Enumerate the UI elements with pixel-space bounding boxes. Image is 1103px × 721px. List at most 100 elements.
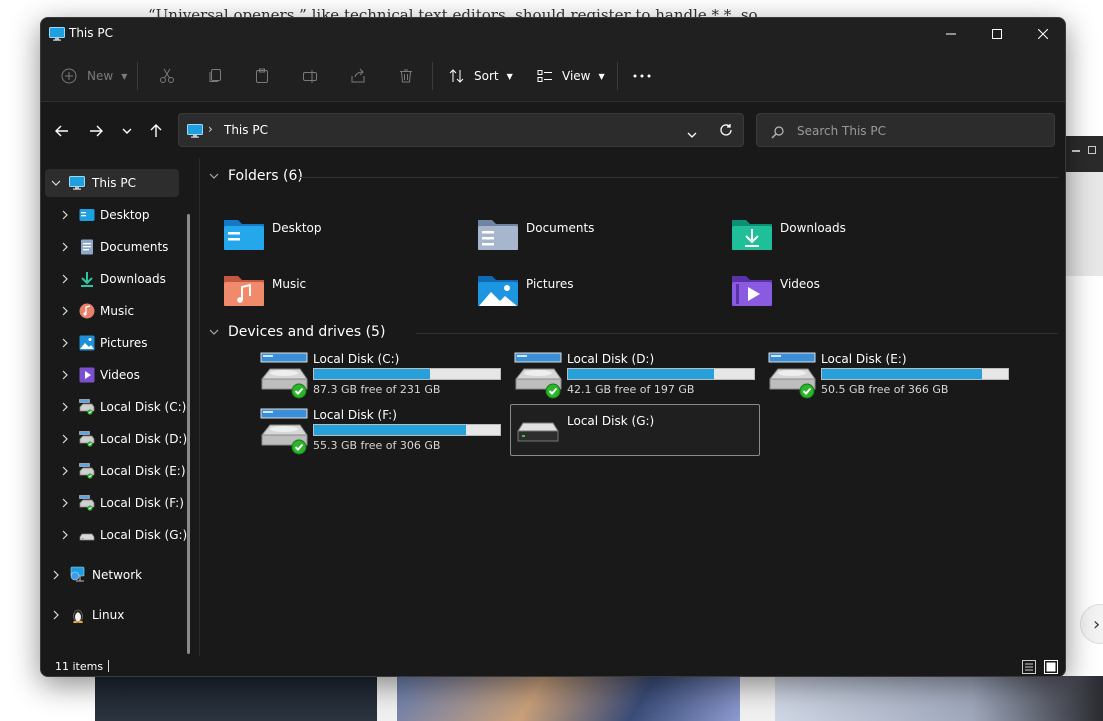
drive-local-disk-e[interactable]: Local Disk (E:) 50.5 GB free of 366 GB bbox=[767, 349, 1017, 401]
file-explorer-window: This PC New ▼ Sort ▼ View ▼ › This PC Se… bbox=[40, 17, 1066, 677]
command-separator bbox=[617, 62, 618, 90]
refresh-button[interactable] bbox=[719, 122, 733, 141]
address-bar[interactable]: › This PC bbox=[178, 113, 744, 147]
drives-group-header[interactable]: Devices and drives (5) bbox=[208, 321, 385, 343]
sidebar-item-network[interactable]: Network bbox=[45, 561, 179, 589]
chevron-right-icon bbox=[62, 242, 68, 252]
trash-icon bbox=[400, 69, 412, 83]
pictures-folder-icon bbox=[79, 335, 95, 351]
rename-icon bbox=[303, 70, 317, 83]
new-button[interactable]: New ▼ bbox=[61, 60, 127, 92]
view-button[interactable]: View ▼ bbox=[537, 60, 605, 92]
more-options-button[interactable] bbox=[633, 60, 651, 92]
monitor-icon bbox=[69, 176, 85, 190]
maximize-icon bbox=[992, 29, 1002, 39]
search-input[interactable] bbox=[797, 122, 1037, 140]
breadcrumb-this-pc[interactable]: This PC bbox=[224, 123, 268, 137]
title-bar[interactable]: This PC bbox=[41, 18, 1065, 50]
new-button-label: New bbox=[87, 69, 114, 83]
sidebar-item-local-disk-d[interactable]: Local Disk (D:) bbox=[45, 425, 187, 453]
minimize-button[interactable] bbox=[928, 18, 974, 50]
plus-circle-icon bbox=[61, 68, 77, 84]
sidebar-item-linux[interactable]: Linux bbox=[45, 601, 179, 629]
sidebar-item-downloads[interactable]: Downloads bbox=[45, 265, 179, 293]
up-button[interactable] bbox=[145, 120, 167, 142]
sidebar-item-label: Desktop bbox=[100, 208, 150, 222]
folder-name: Videos bbox=[780, 277, 820, 291]
details-view-button[interactable] bbox=[1020, 658, 1038, 676]
tiles-view-button[interactable] bbox=[1042, 658, 1060, 676]
chevron-right-icon bbox=[62, 338, 68, 348]
folders-group-header[interactable]: Folders (6) bbox=[208, 165, 303, 187]
background-next-button[interactable]: › bbox=[1080, 604, 1103, 644]
sidebar-item-local-disk-f[interactable]: Local Disk (F:) bbox=[45, 489, 184, 517]
drive-icon bbox=[260, 352, 308, 399]
chevron-right-icon bbox=[62, 402, 68, 412]
arrow-left-icon bbox=[55, 125, 68, 137]
drive-free-space: 50.5 GB free of 366 GB bbox=[821, 383, 949, 396]
sidebar-scrollbar[interactable] bbox=[187, 214, 190, 654]
sidebar-item-music[interactable]: Music bbox=[45, 297, 179, 325]
recent-locations-button[interactable] bbox=[116, 120, 138, 142]
drive-free-space: 87.3 GB free of 231 GB bbox=[313, 383, 441, 396]
status-divider bbox=[108, 660, 109, 672]
cut-button[interactable] bbox=[159, 60, 175, 92]
folder-documents[interactable]: Documents bbox=[474, 214, 714, 260]
clipboard-icon bbox=[256, 68, 268, 83]
navigation-pane: This PC Desktop Documents Downloads Musi… bbox=[41, 158, 193, 658]
more-horizontal-icon bbox=[633, 74, 651, 78]
paste-button[interactable] bbox=[254, 60, 270, 92]
folder-videos[interactable]: Videos bbox=[728, 270, 968, 316]
close-button[interactable] bbox=[1020, 18, 1065, 50]
drive-icon bbox=[79, 495, 95, 511]
maximize-button[interactable] bbox=[974, 18, 1020, 50]
folder-music[interactable]: Music bbox=[220, 270, 460, 316]
background-thumbnail bbox=[397, 676, 740, 721]
share-button[interactable] bbox=[350, 60, 366, 92]
sidebar-item-local-disk-g[interactable]: Local Disk (G:) bbox=[45, 521, 187, 549]
folder-downloads[interactable]: Downloads bbox=[728, 214, 968, 260]
address-dropdown-button[interactable] bbox=[687, 124, 697, 143]
rename-button[interactable] bbox=[302, 60, 318, 92]
tiles-view-icon bbox=[1044, 660, 1058, 674]
removable-drive-icon bbox=[79, 533, 95, 541]
chevron-down-icon: ▼ bbox=[121, 71, 128, 81]
search-box[interactable] bbox=[756, 113, 1055, 147]
drive-icon bbox=[260, 408, 308, 455]
sidebar-item-pictures[interactable]: Pictures bbox=[45, 329, 179, 357]
drive-usage-bar bbox=[821, 368, 1009, 380]
delete-button[interactable] bbox=[398, 60, 414, 92]
desktop-folder-icon bbox=[224, 220, 264, 250]
sidebar-item-desktop[interactable]: Desktop bbox=[45, 201, 179, 229]
breadcrumb-separator-icon: › bbox=[208, 122, 213, 136]
drive-local-disk-c[interactable]: Local Disk (C:) 87.3 GB free of 231 GB bbox=[259, 349, 509, 401]
drive-name: Local Disk (G:) bbox=[567, 414, 655, 428]
sidebar-item-local-disk-e[interactable]: Local Disk (E:) bbox=[45, 457, 186, 485]
drive-local-disk-f[interactable]: Local Disk (F:) 55.3 GB free of 306 GB bbox=[259, 405, 509, 457]
sidebar-item-documents[interactable]: Documents bbox=[45, 233, 179, 261]
downloads-folder-icon bbox=[81, 272, 93, 287]
chevron-down-icon bbox=[687, 132, 697, 138]
folder-name: Pictures bbox=[526, 277, 574, 291]
drive-local-disk-d[interactable]: Local Disk (D:) 42.1 GB free of 197 GB bbox=[513, 349, 763, 401]
pictures-folder-icon bbox=[478, 276, 518, 306]
drive-local-disk-g[interactable]: Local Disk (G:) bbox=[510, 404, 760, 456]
chevron-right-icon bbox=[62, 498, 68, 508]
sidebar-item-videos[interactable]: Videos bbox=[45, 361, 179, 389]
sidebar-item-local-disk-c[interactable]: Local Disk (C:) bbox=[45, 393, 186, 421]
drive-free-space: 42.1 GB free of 197 GB bbox=[567, 383, 695, 396]
sidebar-item-label: Network bbox=[92, 568, 143, 582]
copy-button[interactable] bbox=[207, 60, 223, 92]
status-bar: 11 items bbox=[41, 656, 1065, 676]
sidebar-item-label: Downloads bbox=[100, 272, 166, 286]
back-button[interactable] bbox=[51, 120, 73, 142]
chevron-down-icon bbox=[209, 173, 219, 179]
sort-button[interactable]: Sort ▼ bbox=[449, 60, 513, 92]
sidebar-item-this-pc[interactable]: This PC bbox=[45, 169, 179, 197]
forward-button[interactable] bbox=[85, 120, 107, 142]
folder-desktop[interactable]: Desktop bbox=[220, 214, 460, 260]
folder-pictures[interactable]: Pictures bbox=[474, 270, 714, 316]
chevron-right-icon bbox=[62, 466, 68, 476]
chevron-right-icon bbox=[53, 570, 59, 580]
drive-usage-fill bbox=[568, 369, 715, 379]
